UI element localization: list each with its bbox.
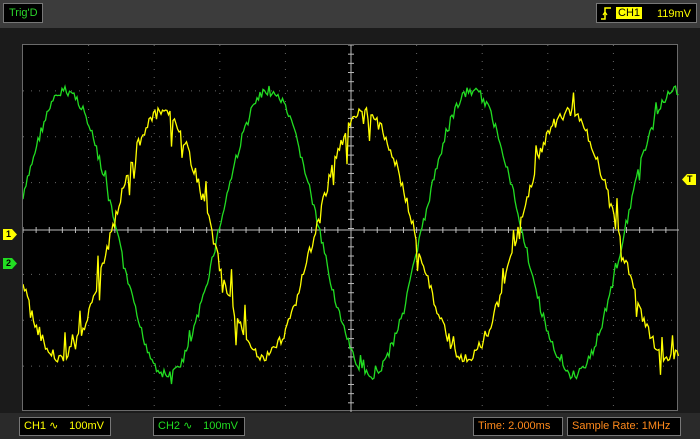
- status-bar: Trig'D CH1 119mV: [0, 0, 700, 28]
- timebase-field[interactable]: Time: 2.000ms: [473, 417, 563, 436]
- ac-coupling-icon: ∿: [49, 420, 59, 432]
- ch1-level-marker[interactable]: 1: [3, 229, 17, 240]
- trigger-status: Trig'D: [3, 3, 43, 23]
- waveform-plot: [23, 45, 679, 412]
- rising-edge-icon: [601, 7, 611, 20]
- trigger-level: 119mV: [656, 8, 691, 20]
- ac-coupling-icon: ∿: [183, 420, 193, 432]
- trigger-status-label: Trig'D: [9, 7, 38, 19]
- waveform-display[interactable]: [22, 44, 679, 412]
- trigger-settings[interactable]: CH1 119mV: [596, 3, 697, 23]
- trigger-level-marker[interactable]: T: [682, 174, 696, 185]
- ch2-level-marker[interactable]: 2: [3, 258, 17, 269]
- trigger-marker-label: T: [687, 174, 693, 184]
- sample-rate-field[interactable]: Sample Rate: 1MHz: [567, 417, 681, 436]
- time-per-div: Time: 2.000ms: [478, 420, 551, 432]
- info-bar: CH1 ∿ 100mV CH2 ∿ 100mV Time: 2.000ms Sa…: [0, 413, 700, 439]
- ch1-scale-field[interactable]: CH1 ∿ 100mV: [19, 417, 111, 436]
- ch2-marker-label: 2: [6, 258, 12, 268]
- ch2-scale: 100mV: [203, 420, 238, 432]
- ch2-scale-field[interactable]: CH2 ∿ 100mV: [153, 417, 245, 436]
- ch1-scale: 100mV: [69, 420, 104, 432]
- trigger-source: CH1: [616, 7, 643, 19]
- ch2-label: CH2 ∿: [158, 420, 193, 432]
- ch1-label: CH1 ∿: [24, 420, 59, 432]
- ch1-marker-label: 1: [6, 229, 12, 239]
- sample-rate: Sample Rate: 1MHz: [572, 420, 671, 432]
